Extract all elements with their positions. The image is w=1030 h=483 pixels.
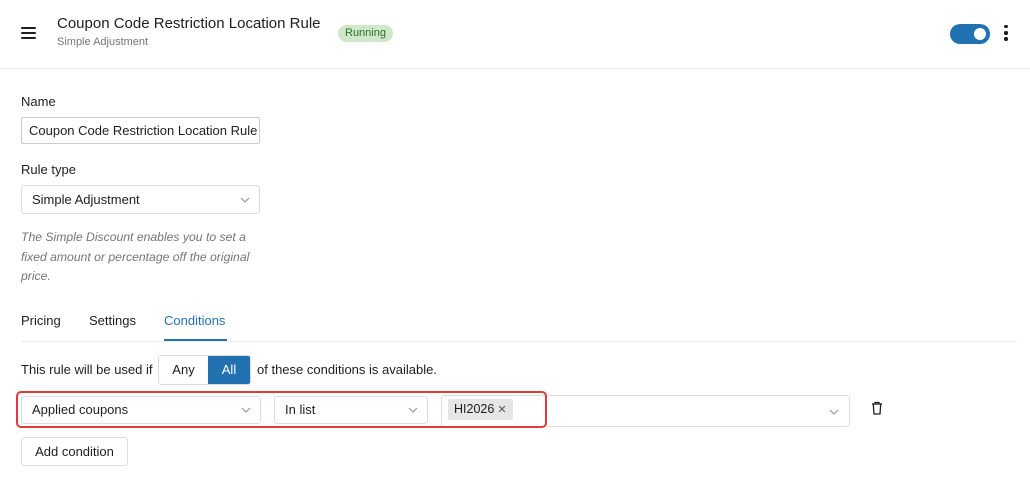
name-input[interactable]: Coupon Code Restriction Location Rule (21, 117, 260, 144)
rule-type-help: The Simple Discount enables you to set a… (21, 230, 250, 283)
trash-icon[interactable] (871, 401, 883, 415)
highlight-annotation (16, 391, 547, 428)
add-condition-button[interactable]: Add condition (21, 437, 128, 466)
enable-toggle[interactable] (950, 24, 990, 44)
conditions-prefix: This rule will be used if (21, 362, 153, 377)
match-mode-toggle: Any All (158, 355, 251, 385)
conditions-suffix: of these conditions is available. (257, 362, 437, 377)
page-subtitle: Simple Adjustment (57, 36, 149, 48)
active-tab-indicator (164, 339, 227, 341)
kebab-menu-icon[interactable] (1003, 25, 1009, 43)
menu-icon[interactable] (21, 27, 36, 39)
rule-type-label: Rule type (21, 162, 76, 177)
page-title: Coupon Code Restriction Location Rule (57, 15, 321, 32)
toggle-knob (974, 28, 986, 40)
status-badge: Running (338, 25, 393, 42)
name-label: Name (21, 94, 56, 109)
tabs-divider (21, 341, 1017, 342)
rule-type-value: Simple Adjustment (32, 192, 140, 207)
match-all-button[interactable]: All (208, 356, 250, 384)
rule-type-select[interactable]: Simple Adjustment (21, 185, 260, 214)
header-bar: Coupon Code Restriction Location Rule Si… (0, 0, 1030, 69)
tab-conditions[interactable]: Conditions (164, 313, 225, 328)
tab-pricing[interactable]: Pricing (21, 313, 61, 328)
chevron-down-icon (240, 197, 250, 203)
tab-settings[interactable]: Settings (89, 313, 136, 328)
chevron-down-icon (829, 409, 839, 415)
match-any-button[interactable]: Any (159, 356, 208, 384)
